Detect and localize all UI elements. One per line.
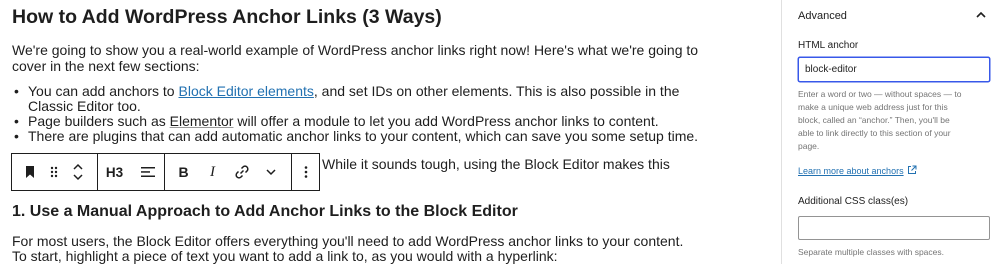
bullet-list[interactable]: • You can add anchors to Block Editor el… [12, 84, 698, 144]
editor-canvas[interactable]: How to Add WordPress Anchor Links (3 Way… [0, 0, 781, 264]
panel-title: Advanced [798, 10, 847, 22]
bookmark-icon[interactable] [18, 154, 42, 190]
bullet-dot: • [14, 113, 19, 129]
block-editor-elements-link[interactable]: Block Editor elements [179, 83, 314, 99]
italic-button[interactable]: I [198, 154, 227, 190]
heading-level-button[interactable]: H3 [98, 154, 131, 190]
bullet-dot: • [14, 83, 19, 99]
chevron-up-icon [975, 7, 987, 25]
block-toolbar-group-options [292, 154, 319, 190]
html-anchor-help: Enter a word or two — without spaces — t… [798, 89, 962, 151]
html-anchor-label: HTML anchor [798, 40, 859, 51]
learn-more-anchors-link[interactable]: Learn more about anchors [798, 165, 917, 177]
list-item[interactable]: • Page builders such as Elementor will o… [12, 114, 698, 129]
drag-handle-icon[interactable] [42, 154, 66, 190]
settings-sidebar: Advanced HTML anchor Enter a word or two… [781, 0, 1000, 264]
intro-paragraph-line-2[interactable]: cover in the next few sections: [12, 58, 200, 74]
external-link-icon [907, 165, 917, 177]
html-anchor-input[interactable] [798, 57, 990, 82]
css-class-input[interactable] [798, 216, 990, 240]
body-paragraph-line-1[interactable]: For most users, the Block Editor offers … [12, 233, 683, 249]
block-toolbar-group-format: B I [165, 154, 292, 190]
selected-heading-text[interactable]: While it sounds tough, using the Block E… [322, 156, 670, 172]
intro-paragraph-line-1[interactable]: We're going to show you a real-world exa… [12, 42, 698, 58]
block-toolbar-group-heading: H3 [98, 154, 165, 190]
block-toolbar: H3 B I [11, 153, 320, 191]
css-class-help: Separate multiple classes with spaces. [798, 247, 944, 257]
list-item-continuation: Classic Editor too. [28, 98, 141, 114]
chevron-down-icon[interactable] [256, 154, 285, 190]
advanced-panel-toggle[interactable]: Advanced [798, 0, 987, 32]
post-heading[interactable]: How to Add WordPress Anchor Links (3 Way… [12, 6, 442, 29]
css-class-label: Additional CSS class(es) [798, 196, 909, 207]
align-icon[interactable] [131, 154, 164, 190]
section-heading[interactable]: 1. Use a Manual Approach to Add Anchor L… [12, 203, 518, 221]
body-paragraph-line-2[interactable]: To start, highlight a piece of text you … [12, 248, 558, 264]
link-icon[interactable] [227, 154, 256, 190]
bullet-dot: • [14, 128, 19, 144]
list-item[interactable]: • You can add anchors to Block Editor el… [12, 84, 698, 99]
bold-button[interactable]: B [169, 154, 198, 190]
move-up-down-icon[interactable] [66, 154, 90, 190]
list-item[interactable]: • There are plugins that can add automat… [12, 129, 698, 144]
elementor-text: Elementor [169, 113, 234, 129]
more-options-icon[interactable] [294, 154, 318, 190]
block-toolbar-group-block [12, 154, 98, 190]
